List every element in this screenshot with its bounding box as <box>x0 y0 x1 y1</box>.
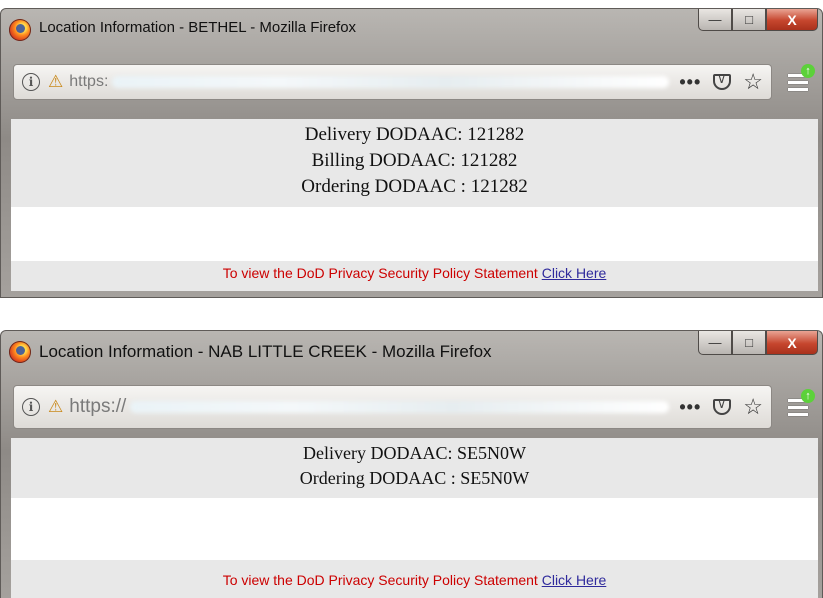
url-text[interactable]: https: <box>69 73 108 91</box>
privacy-text: To view the DoD Privacy Security Policy … <box>222 572 542 588</box>
ordering-dodaac: Ordering DODAAC : 121282 <box>301 176 528 197</box>
privacy-link[interactable]: Click Here <box>542 572 607 588</box>
maximize-button[interactable]: □ <box>732 331 766 355</box>
update-badge: ↑ <box>801 64 815 78</box>
window-title: Location Information - BETHEL - Mozilla … <box>39 19 357 36</box>
maximize-button[interactable]: □ <box>732 9 766 31</box>
redacted-url <box>112 76 670 88</box>
url-bar[interactable]: i ⚠ https:// ••• ☆ <box>13 385 772 429</box>
dodaac-fields: Delivery DODAAC: 121282 Billing DODAAC: … <box>11 119 818 200</box>
navigation-bar: i ⚠ https:// ••• ☆ ↑ <box>13 379 818 435</box>
info-icon[interactable]: i <box>22 398 40 416</box>
hamburger-menu-icon[interactable]: ↑ <box>778 389 818 425</box>
title-bar[interactable]: Location Information - BETHEL - Mozilla … <box>1 9 822 49</box>
window-controls: — □ X <box>698 9 818 35</box>
update-badge: ↑ <box>801 389 815 403</box>
close-button[interactable]: X <box>766 9 818 31</box>
close-button[interactable]: X <box>766 331 818 355</box>
url-text[interactable]: https:// <box>69 396 126 418</box>
privacy-footer: To view the DoD Privacy Security Policy … <box>11 265 818 281</box>
pocket-icon[interactable] <box>713 72 732 90</box>
title-bar[interactable]: Location Information - NAB LITTLE CREEK … <box>1 331 822 371</box>
ordering-dodaac: Ordering DODAAC : SE5N0W <box>299 468 530 488</box>
star-icon[interactable]: ☆ <box>743 69 763 95</box>
page-actions-button[interactable]: ••• <box>679 397 701 418</box>
window-controls: — □ X <box>698 331 818 357</box>
pocket-icon[interactable] <box>713 397 732 415</box>
navigation-bar: i ⚠ https: ••• ☆ ↑ <box>13 59 818 105</box>
minimize-button[interactable]: — <box>698 331 732 355</box>
browser-window-nab-little-creek: Location Information - NAB LITTLE CREEK … <box>0 330 823 598</box>
page-content: Delivery DODAAC: 121282 Billing DODAAC: … <box>11 119 818 291</box>
url-bar[interactable]: i ⚠ https: ••• ☆ <box>13 64 772 100</box>
privacy-link[interactable]: Click Here <box>542 265 607 281</box>
dodaac-fields: Delivery DODAAC: SE5N0W Ordering DODAAC … <box>11 438 818 491</box>
page-content: Delivery DODAAC: SE5N0W Ordering DODAAC … <box>11 438 818 598</box>
firefox-logo-icon <box>9 19 31 41</box>
minimize-button[interactable]: — <box>698 9 732 31</box>
info-icon[interactable]: i <box>22 73 40 91</box>
lock-warning-icon[interactable]: ⚠ <box>48 72 63 92</box>
page-actions-button[interactable]: ••• <box>679 72 701 93</box>
window-title: Location Information - NAB LITTLE CREEK … <box>39 342 492 361</box>
browser-window-bethel: Location Information - BETHEL - Mozilla … <box>0 8 823 298</box>
redacted-url <box>130 401 670 413</box>
firefox-logo-icon <box>9 341 31 363</box>
privacy-text: To view the DoD Privacy Security Policy … <box>222 265 542 281</box>
delivery-dodaac: Delivery DODAAC: 121282 <box>304 124 525 145</box>
hamburger-menu-icon[interactable]: ↑ <box>778 64 818 100</box>
lock-warning-icon[interactable]: ⚠ <box>48 397 63 417</box>
delivery-dodaac: Delivery DODAAC: SE5N0W <box>303 443 526 463</box>
privacy-footer: To view the DoD Privacy Security Policy … <box>11 572 818 588</box>
spacer <box>11 498 818 560</box>
billing-dodaac: Billing DODAAC: 121282 <box>311 150 518 171</box>
star-icon[interactable]: ☆ <box>743 394 763 420</box>
spacer <box>11 207 818 261</box>
